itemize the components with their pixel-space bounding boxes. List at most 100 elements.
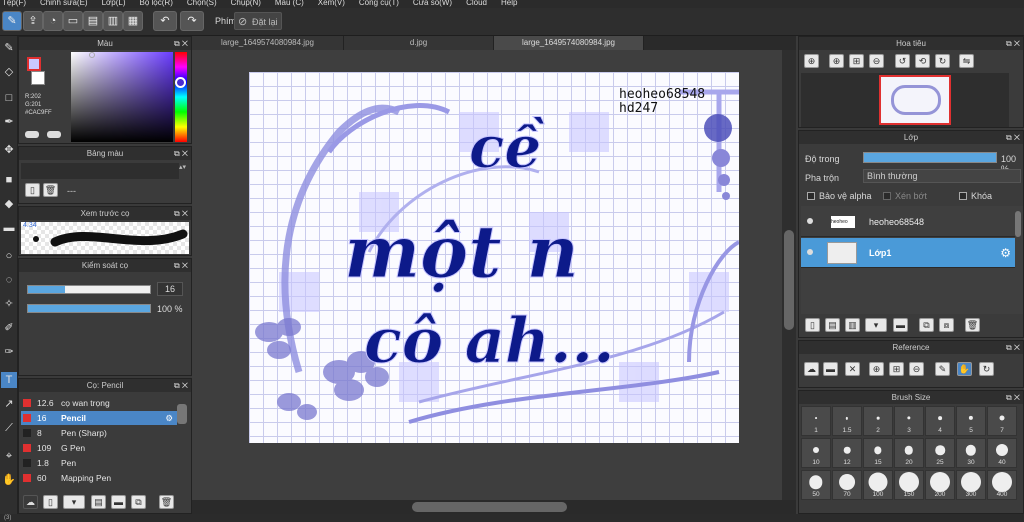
brush-size-cell[interactable]: 7	[987, 406, 1017, 436]
ref-zoom-in-icon[interactable]: ⊕	[869, 362, 884, 376]
zoom-out-icon[interactable]: ⊖	[869, 54, 884, 68]
ref-cloud-icon[interactable]: ☁	[804, 362, 819, 376]
brush-opacity-slider[interactable]	[27, 304, 151, 313]
tab-doc-3[interactable]: large_1649574080984.jpg	[494, 36, 644, 50]
brush-doc-icon[interactable]: ▤	[91, 495, 106, 509]
brush-size-cell[interactable]: 15	[863, 438, 893, 468]
new-palette-icon[interactable]: ▯	[25, 183, 40, 197]
sub-color-swatch[interactable]	[31, 71, 45, 85]
zoom-plus-icon[interactable]: ⊕	[829, 54, 844, 68]
brush-size-cell[interactable]: 150	[894, 470, 924, 500]
brush-size-cell[interactable]: 10	[801, 438, 831, 468]
tab-doc-2[interactable]: d.jpg	[344, 36, 494, 50]
brush-size-cell[interactable]: 2	[863, 406, 893, 436]
rotate-left-icon[interactable]: ↺	[895, 54, 910, 68]
color-down-button[interactable]	[25, 131, 39, 138]
flip-icon[interactable]: ⇋	[959, 54, 974, 68]
brush-item[interactable]: 8 Pen (Sharp)	[21, 426, 177, 440]
brush-size-cell[interactable]: 25	[925, 438, 955, 468]
menu-item[interactable]: Lớp(L)	[102, 0, 126, 8]
export-icon[interactable]: ⇪	[23, 11, 43, 31]
layer-row-1[interactable]: heoheo heoheo68548	[801, 207, 1015, 237]
ref-folder-icon[interactable]: ▬	[823, 362, 838, 376]
comment-icon[interactable]: ▭	[63, 11, 83, 31]
magic-wand-icon[interactable]: ✧	[1, 296, 17, 312]
reset-button[interactable]: ⊘ Đặt lại	[234, 12, 282, 30]
layer-folder-icon[interactable]: ▬	[893, 318, 908, 332]
duplicate-layer-icon[interactable]: ⧉	[919, 318, 934, 332]
merge-layer-icon[interactable]: ⧇	[939, 318, 954, 332]
pen-tool-icon[interactable]: ✒	[1, 114, 17, 130]
brush-menu-icon[interactable]: ▾	[63, 495, 85, 509]
brush-size-cell[interactable]: 20	[894, 438, 924, 468]
gradient-tool-icon[interactable]: ▬	[1, 220, 17, 236]
visibility-icon[interactable]	[807, 218, 813, 224]
new-layer-icon[interactable]: ▯	[805, 318, 820, 332]
hand-tool-icon[interactable]: ✋	[1, 472, 17, 488]
brush-size-cell[interactable]: 200	[925, 470, 955, 500]
clip-checkbox[interactable]	[883, 192, 891, 200]
brush-item[interactable]: 109 G Pen	[21, 441, 177, 455]
zoom-in-icon[interactable]: ⊕	[804, 54, 819, 68]
lasso-tool-icon[interactable]: ○	[1, 248, 17, 264]
tab-doc-1[interactable]: large_1649574080984.jpg	[192, 36, 344, 50]
menu-item[interactable]: Cloud	[466, 0, 487, 8]
ref-dropper-icon[interactable]: ✎	[935, 362, 950, 376]
copy-brush-icon[interactable]: ⧉	[131, 495, 146, 509]
divide-tool-icon[interactable]: ⌖	[1, 448, 17, 464]
brush-item[interactable]: 16 Pencil ⚙	[21, 411, 177, 425]
brush-size-cell[interactable]: 70	[832, 470, 862, 500]
ref-fit-icon[interactable]: ⊞	[889, 362, 904, 376]
brush-size-cell[interactable]: 30	[956, 438, 986, 468]
blend-mode-select[interactable]: Bình thường	[863, 169, 1021, 183]
saturation-value-box[interactable]	[71, 52, 173, 142]
ref-close-icon[interactable]: ✕	[845, 362, 860, 376]
brush-item[interactable]: 12.6 cọ wan trọng	[21, 396, 177, 410]
brush-size-cell[interactable]: 5	[956, 406, 986, 436]
menu-item[interactable]: Chọn(S)	[187, 0, 217, 8]
rectangle-tool-icon[interactable]: ■	[1, 172, 17, 188]
brush-list-scrollbar[interactable]	[177, 404, 187, 424]
select-pen-icon[interactable]: ✐	[1, 320, 17, 336]
layer-menu-icon[interactable]: ▾	[865, 318, 887, 332]
menu-item[interactable]: Xem(V)	[318, 0, 345, 8]
lock-checkbox[interactable]	[959, 192, 967, 200]
ref-zoom-out-icon[interactable]: ⊖	[909, 362, 924, 376]
layer-row-2[interactable]: Lớp1 ⚙	[801, 238, 1015, 268]
canvas-vertical-scrollbar[interactable]	[782, 50, 796, 500]
rotate-icon[interactable]: ⟲	[915, 54, 930, 68]
redo-button[interactable]: ↷	[180, 11, 204, 31]
ellipse-select-icon[interactable]: ◌	[1, 272, 17, 288]
menu-item[interactable]: Help	[501, 0, 517, 8]
brush-size-cell[interactable]: 40	[987, 438, 1017, 468]
add-brush-icon[interactable]: ▯	[43, 495, 58, 509]
menu-item[interactable]: Tệp(F)	[2, 0, 26, 8]
brush-size-cell[interactable]: 50	[801, 470, 831, 500]
eraser-tool-icon[interactable]: ◇	[1, 64, 17, 80]
menu-item[interactable]: Chỉnh sửa(E)	[40, 0, 88, 8]
brush-tool-icon[interactable]: ✎	[1, 40, 17, 56]
menu-item[interactable]: Công cụ(T)	[359, 0, 399, 8]
brush-size-cell[interactable]: 12	[832, 438, 862, 468]
brush-item[interactable]: 1.8 Pen	[21, 456, 177, 470]
color-up-button[interactable]	[47, 131, 61, 138]
ref-rotate-icon[interactable]: ↻	[979, 362, 994, 376]
dropper-tool-icon[interactable]: ⟋	[1, 420, 17, 436]
brush-size-cell[interactable]: 1	[801, 406, 831, 436]
fill-tool-icon[interactable]: ◆	[1, 196, 17, 212]
fit-icon[interactable]: ⊞	[849, 54, 864, 68]
new-layer-8bit-icon[interactable]: ▥	[845, 318, 860, 332]
visibility-icon[interactable]	[807, 249, 813, 255]
delete-brush-icon[interactable]: 🗑	[159, 495, 174, 509]
new-halftone-layer-icon[interactable]: ▤	[825, 318, 840, 332]
palette-scroll-icon[interactable]: ▴▾	[179, 163, 189, 179]
gear-icon[interactable]: ⚙	[165, 411, 173, 425]
menu-item[interactable]: Bộ lọc(R)	[140, 0, 173, 8]
brush-size-cell[interactable]: 100	[863, 470, 893, 500]
layer-opacity-slider[interactable]	[863, 152, 997, 163]
brush-item[interactable]: 60 Mapping Pen	[21, 471, 177, 485]
cloud-icon[interactable]: ☁	[23, 495, 38, 509]
undo-button[interactable]: ↶	[153, 11, 177, 31]
page-icon[interactable]: ▥	[103, 11, 123, 31]
layer-scrollbar[interactable]	[1015, 211, 1021, 237]
